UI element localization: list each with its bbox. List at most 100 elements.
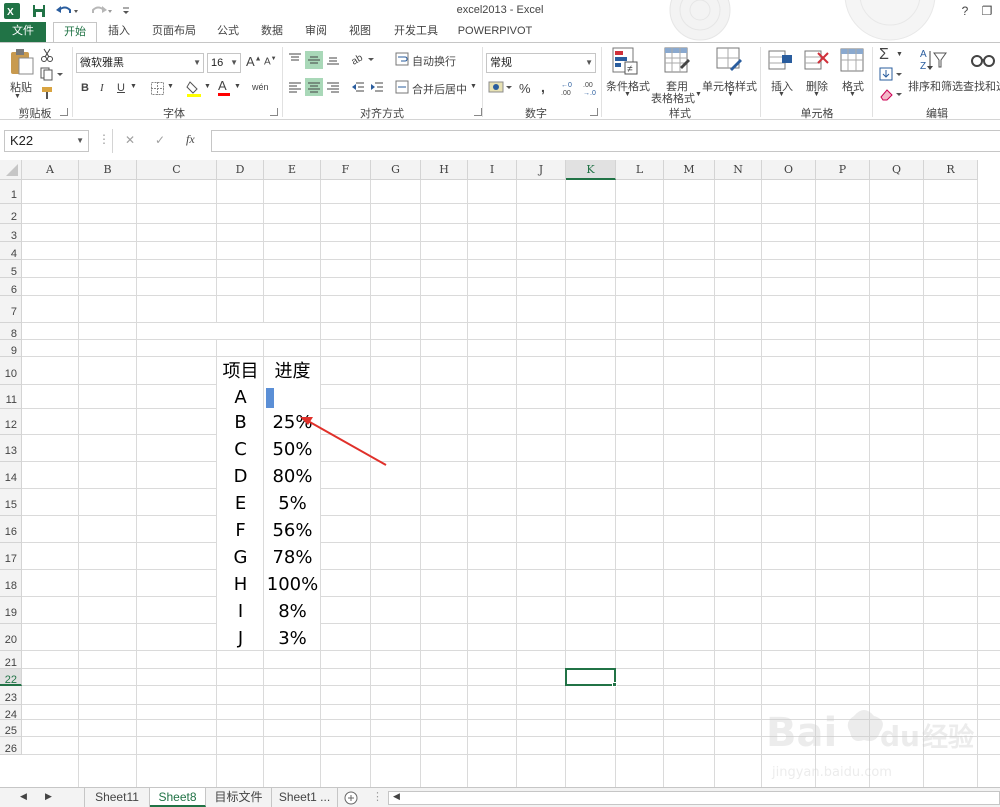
conditional-format-dropdown-icon[interactable]: ▼ bbox=[624, 91, 631, 98]
delete-cells-icon[interactable] bbox=[804, 47, 830, 75]
row-header-5[interactable]: 5 bbox=[0, 260, 22, 278]
tab-formulas[interactable]: 公式 bbox=[210, 22, 246, 42]
font-launcher-icon[interactable] bbox=[270, 108, 278, 116]
progress-cell[interactable]: 8% bbox=[264, 597, 321, 624]
row-header-17[interactable]: 17 bbox=[0, 543, 22, 570]
row-header-24[interactable]: 24 bbox=[0, 705, 22, 721]
align-top-icon[interactable] bbox=[287, 51, 303, 67]
merge-center-icon[interactable] bbox=[394, 79, 410, 95]
fill-color-dropdown-icon[interactable]: ▼ bbox=[204, 83, 211, 90]
conditional-format-icon[interactable]: ≠ bbox=[612, 47, 638, 75]
format-as-table-dropdown-icon[interactable]: ▼ bbox=[695, 91, 702, 98]
column-header-g[interactable]: G bbox=[371, 160, 421, 180]
format-cells-icon[interactable] bbox=[840, 47, 866, 75]
increase-indent-icon[interactable] bbox=[369, 79, 385, 95]
row-header-3[interactable]: 3 bbox=[0, 224, 22, 242]
scroll-sheets-right-icon[interactable]: ▶ bbox=[45, 791, 52, 802]
column-header-n[interactable]: N bbox=[715, 160, 762, 180]
column-header-i[interactable]: I bbox=[468, 160, 517, 180]
row-header-18[interactable]: 18 bbox=[0, 570, 22, 597]
table-header-progress[interactable]: 进度 bbox=[264, 357, 321, 385]
item-cell[interactable]: A bbox=[217, 385, 264, 409]
copy-icon[interactable] bbox=[40, 67, 64, 81]
formula-input[interactable] bbox=[211, 130, 1000, 152]
column-header-a[interactable]: A bbox=[22, 160, 79, 180]
tab-view[interactable]: 视图 bbox=[342, 22, 378, 42]
sheet-tab-target-file[interactable]: 目标文件 bbox=[206, 788, 272, 807]
progress-cell[interactable]: 5% bbox=[264, 489, 321, 516]
row-header-14[interactable]: 14 bbox=[0, 462, 22, 489]
paste-dropdown-icon[interactable]: ▼ bbox=[14, 93, 21, 100]
find-select-button[interactable]: 查找和选 bbox=[963, 78, 1000, 94]
autosum-dropdown-icon[interactable]: ▼ bbox=[896, 51, 903, 58]
item-cell[interactable]: F bbox=[217, 516, 264, 543]
new-sheet-icon[interactable] bbox=[343, 790, 359, 806]
sheet-tab-sheet11[interactable]: Sheet11 bbox=[84, 788, 150, 807]
font-size-select[interactable]: 16 ▼ bbox=[207, 53, 241, 73]
item-cell[interactable]: G bbox=[217, 543, 264, 570]
row-header-25[interactable]: 25 bbox=[0, 720, 22, 737]
format-as-table-label-2[interactable]: 表格格式 bbox=[651, 90, 695, 106]
column-header-m[interactable]: M bbox=[664, 160, 715, 180]
column-header-f[interactable]: F bbox=[321, 160, 371, 180]
column-header-j[interactable]: J bbox=[517, 160, 566, 180]
borders-icon[interactable] bbox=[150, 81, 164, 95]
sort-filter-button[interactable]: 排序和筛选 bbox=[908, 78, 963, 94]
font-color-button[interactable]: A bbox=[218, 79, 230, 96]
paste-icon[interactable] bbox=[8, 47, 34, 77]
shrink-font-button[interactable]: A▼ bbox=[264, 56, 277, 67]
row-header-10[interactable]: 10 bbox=[0, 357, 22, 385]
column-header-q[interactable]: Q bbox=[870, 160, 924, 180]
row-header-19[interactable]: 19 bbox=[0, 597, 22, 624]
accounting-format-icon[interactable] bbox=[488, 79, 514, 95]
phonetic-button[interactable]: wén bbox=[252, 82, 269, 92]
cell-styles-icon[interactable] bbox=[716, 47, 742, 75]
progress-cell[interactable]: 100% bbox=[264, 570, 321, 597]
wrap-text-button[interactable]: 自动换行 bbox=[412, 53, 456, 69]
tab-home[interactable]: 开始 bbox=[53, 22, 97, 43]
item-cell[interactable]: E bbox=[217, 489, 264, 516]
row-header-22[interactable]: 22 bbox=[0, 669, 22, 686]
alignment-launcher-icon[interactable] bbox=[474, 108, 482, 116]
scroll-sheets-left-icon[interactable]: ◀ bbox=[20, 791, 27, 802]
tab-data[interactable]: 数据 bbox=[254, 22, 290, 42]
scroll-left-icon[interactable]: ◀ bbox=[393, 791, 400, 802]
orientation-icon[interactable]: ab bbox=[350, 51, 376, 67]
delete-dropdown-icon[interactable]: ▼ bbox=[813, 91, 820, 98]
decrease-decimal-icon[interactable]: .00 →.0 bbox=[582, 79, 602, 97]
cell-styles-dropdown-icon[interactable]: ▼ bbox=[727, 91, 734, 98]
item-cell[interactable]: H bbox=[217, 570, 264, 597]
find-select-icon[interactable] bbox=[970, 47, 998, 75]
column-header-o[interactable]: O bbox=[762, 160, 816, 180]
row-header-20[interactable]: 20 bbox=[0, 624, 22, 651]
row-header-13[interactable]: 13 bbox=[0, 435, 22, 462]
select-all-corner[interactable] bbox=[0, 160, 22, 180]
row-header-7[interactable]: 7 bbox=[0, 296, 22, 323]
underline-dropdown-icon[interactable]: ▼ bbox=[130, 83, 137, 90]
font-name-select[interactable]: 微软雅黑 ▼ bbox=[76, 53, 204, 73]
row-header-1[interactable]: 1 bbox=[0, 180, 22, 204]
item-cell[interactable]: C bbox=[217, 435, 264, 462]
tab-page-layout[interactable]: 页面布局 bbox=[146, 22, 202, 42]
number-launcher-icon[interactable] bbox=[590, 108, 598, 116]
merge-center-button[interactable]: 合并后居中 bbox=[412, 81, 467, 97]
column-header-l[interactable]: L bbox=[616, 160, 664, 180]
align-center-icon[interactable] bbox=[305, 78, 323, 96]
help-button[interactable]: ? bbox=[954, 1, 976, 21]
name-box[interactable]: K22 ▼ bbox=[4, 130, 89, 152]
insert-dropdown-icon[interactable]: ▼ bbox=[778, 91, 785, 98]
format-as-table-icon[interactable] bbox=[664, 47, 690, 75]
merge-dropdown-icon[interactable]: ▼ bbox=[470, 83, 477, 90]
font-color-dropdown-icon[interactable]: ▼ bbox=[234, 83, 241, 90]
increase-decimal-icon[interactable]: ←0.00 bbox=[560, 79, 580, 97]
row-header-12[interactable]: 12 bbox=[0, 409, 22, 435]
borders-dropdown-icon[interactable]: ▼ bbox=[167, 83, 174, 90]
progress-cell[interactable]: 56% bbox=[264, 516, 321, 543]
align-right-icon[interactable] bbox=[325, 79, 341, 95]
row-header-16[interactable]: 16 bbox=[0, 516, 22, 543]
autosum-button[interactable]: Σ bbox=[879, 46, 889, 64]
active-cell-selection[interactable] bbox=[565, 668, 616, 686]
progress-cell[interactable]: 3% bbox=[264, 624, 321, 651]
item-cell[interactable]: J bbox=[217, 624, 264, 651]
cancel-entry-button[interactable]: ✕ bbox=[125, 133, 135, 147]
